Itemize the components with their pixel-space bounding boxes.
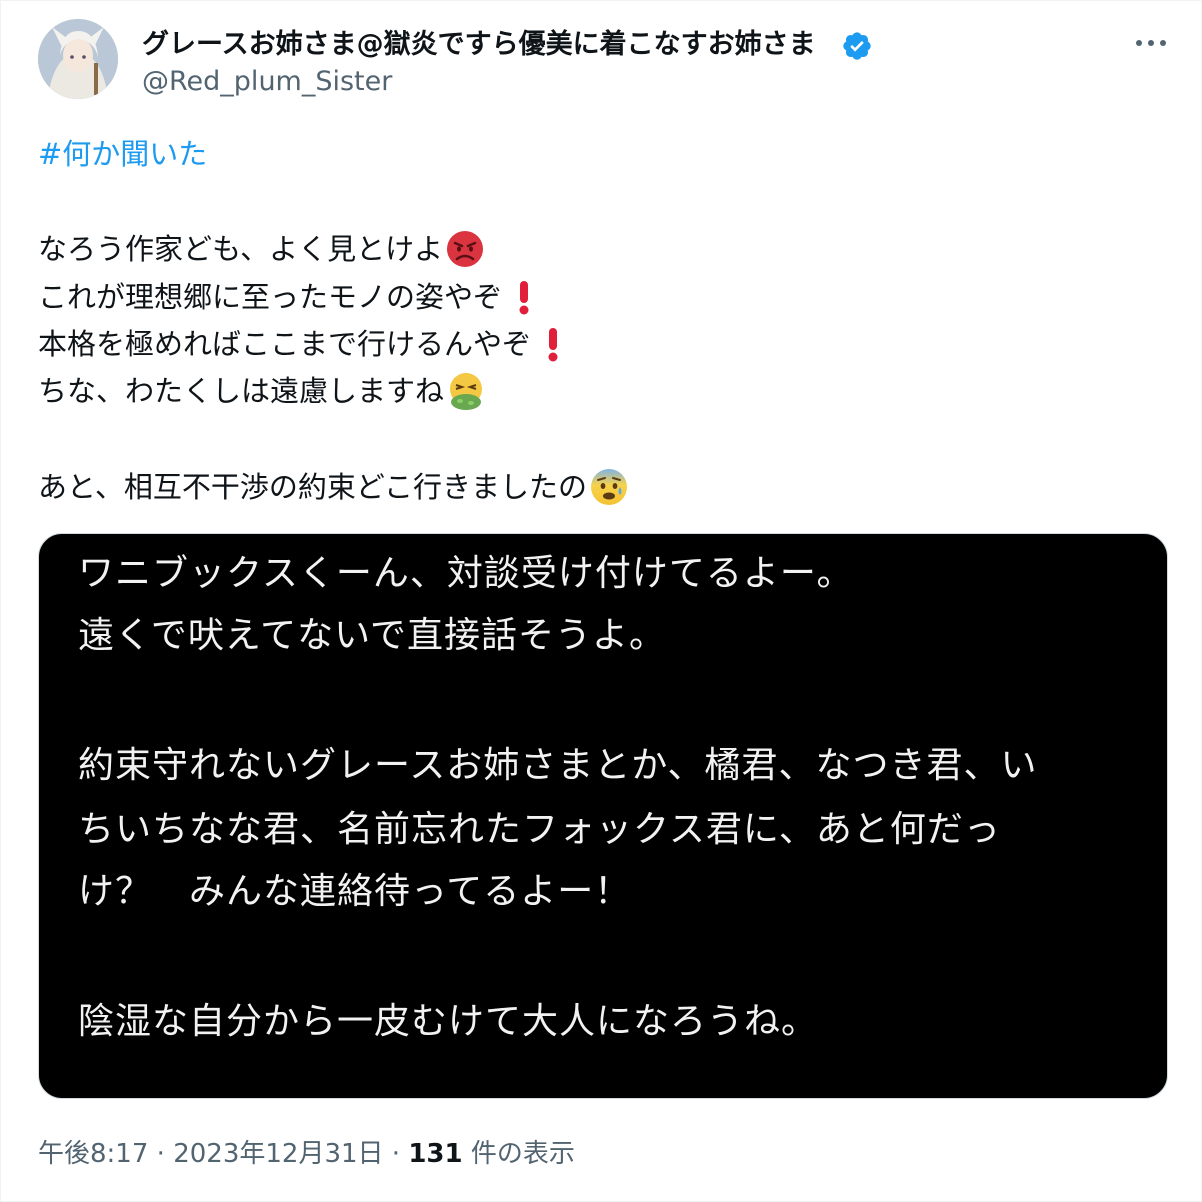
avatar[interactable]	[38, 19, 118, 99]
image-text-line: 陰湿な自分から一皮むけて大人になろうね。	[78, 1001, 819, 1042]
image-text-line: ちいちなな君、名前忘れたフォックス君に、あと何だっ	[78, 809, 1001, 850]
user-handle[interactable]: @Red_plum_Sister	[142, 63, 392, 101]
avatar-image-icon	[38, 19, 118, 99]
tweet-text: ちな、わたくしは遠慮しますね	[38, 374, 445, 408]
image-text-line: け？ みんな連絡待ってるよー！	[78, 871, 632, 912]
tweet-text-line: 本格を極めればここまで行けるんやぞ	[38, 324, 573, 364]
separator: ·	[383, 1139, 409, 1169]
attached-image[interactable]: ワニブックスくーん、対談受け付けてるよー。 遠くで吠えてないで直接話そうよ。 約…	[38, 533, 1168, 1099]
image-text-line: 約束守れないグレースお姉さまとか、橘君、なつき君、い	[78, 745, 1038, 786]
image-text-line: ワニブックスくーん、対談受け付けてるよー。	[78, 553, 854, 594]
display-name[interactable]: グレースお姉さま@獄炎ですら優美に着こなすお姉さま	[142, 25, 816, 65]
tweet-text-line: これが理想郷に至ったモノの姿やぞ	[38, 277, 544, 317]
tweet-text: これが理想郷に至ったモノの姿やぞ	[38, 280, 503, 314]
hashtag-link[interactable]: #何か聞いた	[38, 134, 207, 174]
exclamation-emoji	[533, 324, 573, 364]
tweet-text-line: あと、相互不干渉の約束どこ行きましたの	[38, 467, 629, 507]
image-text-line: 遠くで吠えてないで直接話そうよ。	[78, 615, 667, 656]
tweet-text: なろう作家ども、よく見とけよ	[38, 232, 444, 266]
separator: ·	[148, 1139, 174, 1169]
views-count: 131	[408, 1139, 463, 1169]
more-options-icon[interactable]	[1131, 27, 1171, 59]
views-label: 件の表示	[462, 1139, 575, 1169]
tweet-text: 本格を極めればここまで行けるんやぞ	[38, 327, 532, 361]
tweet-text-line: ちな、わたくしは遠慮しますね	[38, 371, 486, 411]
tweet-text: あと、相互不干渉の約束どこ行きましたの	[38, 470, 587, 504]
nauseated-face-emoji	[446, 371, 486, 411]
tweet-card: グレースお姉さま@獄炎ですら優美に着こなすお姉さま @Red_plum_Sist…	[0, 0, 1202, 1202]
tweet-date[interactable]: 2023年12月31日	[173, 1139, 383, 1169]
angry-face-emoji	[445, 229, 485, 269]
tweet-time[interactable]: 午後8:17	[38, 1139, 148, 1169]
verified-badge-icon[interactable]	[841, 30, 873, 62]
exclamation-emoji	[504, 277, 544, 317]
anxious-face-emoji	[589, 467, 629, 507]
tweet-metadata: 午後8:17 · 2023年12月31日 · 131 件の表示	[38, 1134, 575, 1174]
tweet-text-line: なろう作家ども、よく見とけよ	[38, 229, 485, 269]
